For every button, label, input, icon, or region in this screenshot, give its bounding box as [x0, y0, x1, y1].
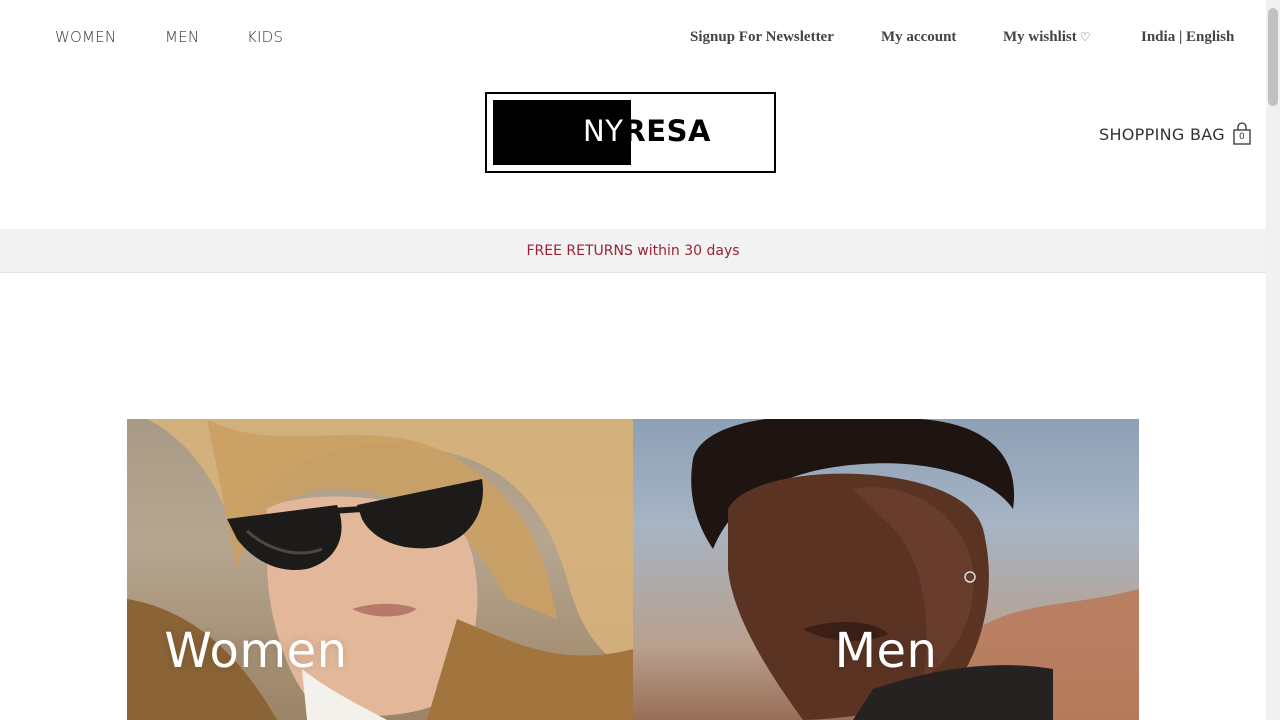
nav-men-link[interactable]: MEN	[165, 28, 199, 46]
hero-categories: Women Men	[127, 419, 1139, 720]
heart-outline-icon: ♡	[1079, 30, 1091, 44]
nav-kids-link[interactable]: KIDS	[247, 28, 283, 46]
hero-women-panel[interactable]: Women	[127, 419, 633, 720]
scrollbar-thumb[interactable]	[1268, 8, 1278, 106]
bag-item-count: 0	[1239, 132, 1245, 142]
shopping-bag-label: SHOPPING BAG	[1099, 124, 1225, 144]
top-navigation: WOMEN MEN KIDS Signup For Newsletter My …	[0, 0, 1266, 76]
brand-logo[interactable]: NYRESA	[485, 92, 776, 173]
my-account-link[interactable]: My account	[881, 29, 956, 46]
hero-men-panel[interactable]: Men	[633, 419, 1139, 720]
wishlist-label: My wishlist	[1003, 29, 1077, 45]
shopping-bag-button[interactable]: SHOPPING BAG 0	[1099, 122, 1252, 146]
logo-text: NYRESA	[583, 114, 711, 148]
logo-text-resa: RESA	[623, 114, 711, 148]
locale-selector[interactable]: India | English	[1141, 29, 1234, 46]
women-title: Women	[164, 623, 348, 679]
page-scrollbar[interactable]	[1266, 0, 1280, 720]
logo-text-ny: NY	[583, 114, 624, 148]
nav-women-link[interactable]: WOMEN	[55, 28, 116, 46]
shopping-bag-icon: 0	[1232, 122, 1252, 146]
promo-text: FREE RETURNS within 30 days	[526, 242, 740, 259]
men-title: Men	[834, 623, 938, 679]
my-wishlist-link[interactable]: My wishlist ♡	[1003, 29, 1091, 46]
promo-banner: FREE RETURNS within 30 days	[0, 229, 1266, 273]
newsletter-signup-link[interactable]: Signup For Newsletter	[690, 29, 834, 46]
